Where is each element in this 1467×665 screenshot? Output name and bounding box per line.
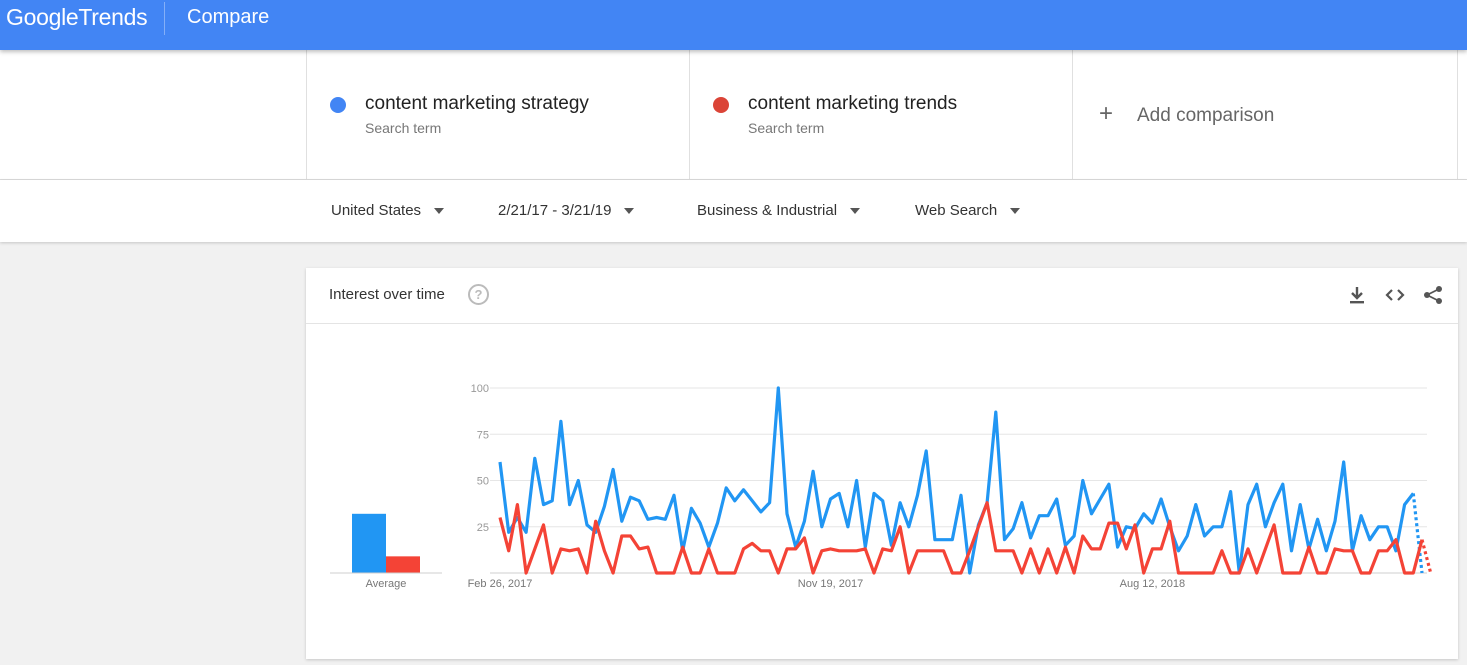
series-color-dot <box>330 97 346 113</box>
search-term-name: content marketing trends <box>748 93 958 114</box>
average-bar <box>352 513 386 573</box>
search-term-2[interactable]: content marketing trends Search term <box>689 50 1073 179</box>
y-tick-label: 100 <box>471 383 489 395</box>
x-tick-label: Nov 19, 2017 <box>798 578 863 590</box>
search-term-type: Search term <box>365 120 442 136</box>
header-divider <box>164 2 165 35</box>
series-color-dot <box>713 97 729 113</box>
top-app-bar: GoogleTrends Compare <box>0 0 1467 50</box>
google-trends-logo[interactable]: GoogleTrends <box>6 4 148 31</box>
y-tick-label: 50 <box>477 476 489 488</box>
interest-over-time-card: Interest over time ? 100 75 50 25 Feb 26, 20… <box>306 268 1458 659</box>
chevron-down-icon <box>624 207 635 214</box>
date-range-label: 2/21/17 - 3/21/19 <box>498 202 612 219</box>
search-terms-bar: content marketing strategy Search term c… <box>0 50 1467 180</box>
series-partial-segment <box>1420 539 1433 574</box>
interest-line-chart: 100 75 50 25 Feb 26, 2017 Nov 19, 2017 Aug 12,… <box>330 383 1433 590</box>
x-tick-label: Aug 12, 2018 <box>1120 578 1185 590</box>
y-tick-label: 25 <box>477 522 489 534</box>
chevron-down-icon <box>434 207 445 214</box>
plus-icon: + <box>1099 100 1114 127</box>
average-label: Average <box>366 578 407 590</box>
chevron-down-icon <box>1010 207 1021 214</box>
date-range-filter[interactable]: 2/21/17 - 3/21/19 <box>498 202 635 219</box>
search-type-filter[interactable]: Web Search <box>915 202 1021 219</box>
category-label: Business & Industrial <box>697 202 838 219</box>
category-filter[interactable]: Business & Industrial <box>697 202 861 219</box>
region-filter[interactable]: United States <box>331 202 445 219</box>
filter-bar: United States 2/21/17 - 3/21/19 Business… <box>0 180 1467 242</box>
y-tick-label: 75 <box>477 429 489 441</box>
region-filter-label: United States <box>331 202 422 219</box>
add-comparison-button[interactable]: + Add comparison <box>1072 50 1458 179</box>
search-term-type: Search term <box>748 120 825 136</box>
page-title: Compare <box>187 6 270 28</box>
average-bar <box>386 556 420 573</box>
series-line <box>498 501 1424 575</box>
x-tick-label: Feb 26, 2017 <box>468 578 533 590</box>
search-term-name: content marketing strategy <box>365 93 589 114</box>
search-term-1[interactable]: content marketing strategy Search term <box>306 50 690 179</box>
search-type-label: Web Search <box>915 202 998 219</box>
add-comparison-label: Add comparison <box>1137 105 1275 126</box>
chevron-down-icon <box>850 207 861 214</box>
